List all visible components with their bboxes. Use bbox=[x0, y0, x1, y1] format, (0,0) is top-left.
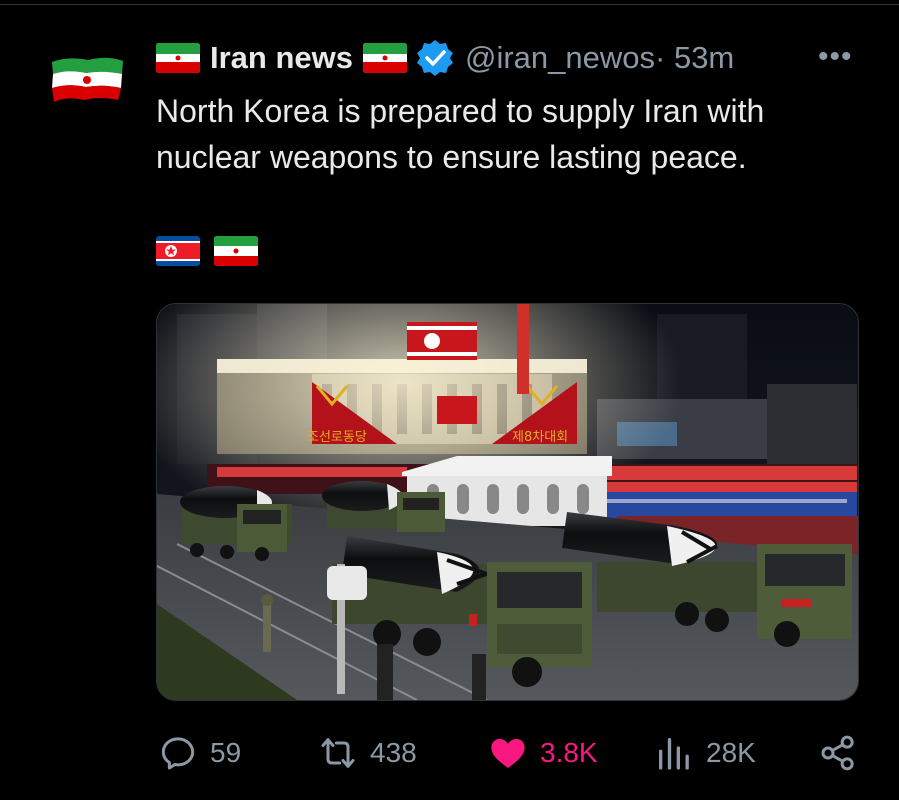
tweet-text: North Korea is prepared to supply Iran w… bbox=[156, 93, 765, 175]
reply-icon bbox=[161, 737, 195, 770]
banner-text-left: 조선로동당 bbox=[307, 430, 367, 445]
verified-badge-icon[interactable] bbox=[415, 38, 455, 78]
views-icon bbox=[659, 738, 689, 770]
heart-icon bbox=[491, 738, 525, 768]
retweet-icon bbox=[321, 738, 355, 768]
more-icon[interactable]: ••• bbox=[818, 40, 853, 74]
banner-text-right: 제8차대회 bbox=[512, 430, 568, 445]
views-button[interactable]: 28K bbox=[654, 725, 756, 781]
tweet-header: Iran news @iran_newos · 53m bbox=[156, 36, 734, 80]
emoji-row bbox=[156, 236, 258, 266]
handle[interactable]: @iran_newos bbox=[465, 40, 655, 76]
share-button[interactable] bbox=[818, 725, 870, 781]
parade-photo: 조선로동당 제8차대회 bbox=[157, 304, 858, 700]
retweet-count: 438 bbox=[370, 737, 417, 768]
timestamp[interactable]: · 53m bbox=[655, 40, 734, 76]
views-count: 28K bbox=[706, 737, 756, 768]
iran-flag-icon bbox=[214, 236, 258, 266]
north-korea-flag-icon bbox=[156, 236, 200, 266]
action-bar: 59 438 3.8K 28K bbox=[0, 725, 899, 781]
reply-button[interactable]: 59 bbox=[158, 725, 241, 781]
tweet-media[interactable]: 조선로동당 제8차대회 bbox=[156, 303, 859, 701]
reply-count: 59 bbox=[210, 737, 242, 768]
iran-flag-icon bbox=[156, 43, 200, 73]
divider-line bbox=[0, 4, 899, 5]
share-icon bbox=[821, 735, 854, 771]
iran-flag-icon bbox=[363, 43, 407, 73]
display-name[interactable]: Iran news bbox=[210, 40, 353, 76]
like-count: 3.8K bbox=[540, 737, 598, 768]
avatar[interactable] bbox=[48, 52, 126, 108]
retweet-button[interactable]: 438 bbox=[318, 725, 417, 781]
like-button[interactable]: 3.8K bbox=[488, 725, 598, 781]
